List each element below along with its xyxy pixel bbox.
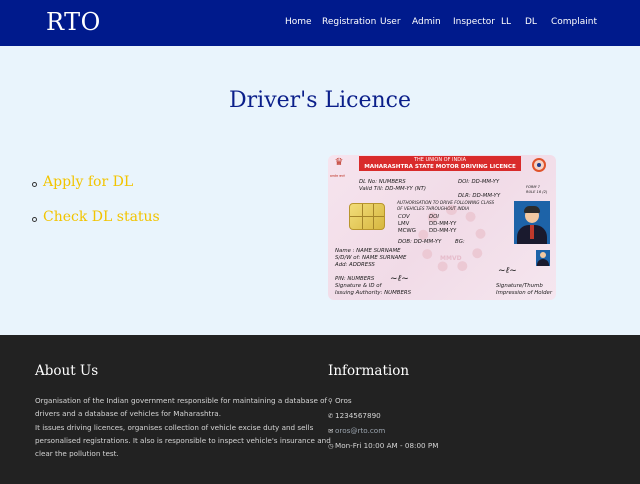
card-sdw: S/D/W of: NAME SURNAME [335,255,407,261]
about-line: drivers and a database of vehicles for M… [35,409,221,419]
card-doi-label: DOI [429,214,439,220]
clock-icon: ◷ [328,442,334,450]
card-holder-label-2: Impression of Holder [496,290,553,296]
main-section: Driver's Licence Apply for DL Check DL s… [0,46,640,335]
location-text: Oros [335,396,352,405]
nav-complaint-link[interactable]: Complaint [551,17,597,27]
phone-icon: ✆ [328,412,334,420]
card-heading: MAHARASHTRA STATE MOTOR DRIVING LICENCE [364,164,516,170]
info-location: ⚲ Oros [328,396,352,408]
card-holder-label-1: Signature/Thumb [496,283,543,289]
card-dob: DOB: DD-MM-YY [398,239,442,245]
nav-dl-link[interactable]: DL [525,17,537,27]
email-link[interactable]: oros@rto.com [335,426,385,435]
licence-card-image: ♛ सत्यमेव जयते THE UNION OF INDIA MAHARA… [328,155,556,300]
about-line: Organisation of the Indian government re… [35,396,328,405]
card-cov-label: COV [398,214,410,220]
card-doi: DOI: DD-MM-YY [458,179,500,185]
card-valid-till: Valid Till: DD-MM-YY (NT) [359,186,427,192]
card-chip-icon [349,203,385,230]
list-item: Apply for DL [32,174,282,194]
about-title: About Us [35,363,99,379]
card-mcwg-date: DD-MM-YY [429,228,457,234]
info-title: Information [328,363,410,379]
card-bg: BG: [455,239,465,245]
card-authorisation-1: AUTHORISATION TO DRIVE FOLLOWING CLASS [397,200,495,205]
card-title-band: THE UNION OF INDIA MAHARASHTRA STATE MOT… [359,156,521,171]
nav-menu: Home Registration User Admin Inspector L… [0,17,640,31]
apply-dl-link[interactable]: Apply for DL [43,174,133,190]
bullet-icon [32,182,37,187]
holder-thumbnail-icon [536,250,550,266]
nav-admin-link[interactable]: Admin [412,17,441,27]
card-address: Add: ADDRESS [335,262,375,268]
card-mcwg: MCWG [398,228,416,234]
bullet-icon [32,217,37,222]
card-dl-no: DL No: NUMBERS [359,179,406,185]
card-signature-label-2: Issuing Authority: NUMBERS [335,290,412,296]
about-line: personalised registrations. It also is r… [35,435,331,445]
nav-ll-link[interactable]: LL [501,17,511,27]
info-email: ✉ oros@rto.com [328,426,385,438]
card-dlr: DLR: DD-MM-YY [458,193,501,199]
info-hours: ◷Mon-Fri 10:00 AM - 08:00 PM [328,441,438,453]
emblem-caption: सत्यमेव जयते [330,174,345,178]
about-text: Organisation of the Indian government re… [35,394,331,460]
authority-signature-icon: ~ℓ~ [390,274,409,284]
nav-home-link[interactable]: Home [285,17,312,27]
info-phone: ✆ 1234567890 [328,411,381,423]
card-name: Name : NAME SURNAME [335,248,401,254]
card-pin: PIN: NUMBERS [335,276,375,282]
holder-photo-icon [514,201,550,244]
list-item: Check DL status [32,209,282,229]
map-marker-icon: ⚲ [328,397,333,405]
card-form: FORM 7 [526,185,540,189]
card-rule: RULE 16 (2) [526,190,548,194]
nav-inspector-link[interactable]: Inspector [453,17,495,27]
card-watermark: MMVD [440,255,462,262]
footer: About Us Organisation of the Indian gove… [0,335,640,484]
card-union-text: THE UNION OF INDIA [413,157,467,163]
card-authorisation-2: OF VEHICLES THROUGHOUT INDIA [397,206,470,211]
card-signature-label-1: Signature & ID of [335,283,382,289]
page-title: Driver's Licence [229,88,411,113]
holder-signature-icon: ~ℓ~ [498,266,517,276]
card-lmv: LMV [398,221,410,227]
navbar: RTO Home Registration User Admin Inspect… [0,0,640,46]
card-lmv-date: DD-MM-YY [429,221,457,227]
national-emblem-icon: ♛ [334,157,344,168]
hours-text: Mon-Fri 10:00 AM - 08:00 PM [335,441,439,450]
card-header: ♛ सत्यमेव जयते THE UNION OF INDIA MAHARA… [328,155,556,178]
nav-user-link[interactable]: User [380,17,401,27]
about-line: clear the pollution test. [35,449,119,459]
envelope-icon: ✉ [328,427,334,435]
phone-text: 1234567890 [335,411,381,420]
state-logo-icon [532,158,546,172]
about-line: It issues driving licences, organises co… [35,422,314,432]
nav-registration-link[interactable]: Registration [322,17,376,27]
check-dl-status-link[interactable]: Check DL status [43,209,160,225]
